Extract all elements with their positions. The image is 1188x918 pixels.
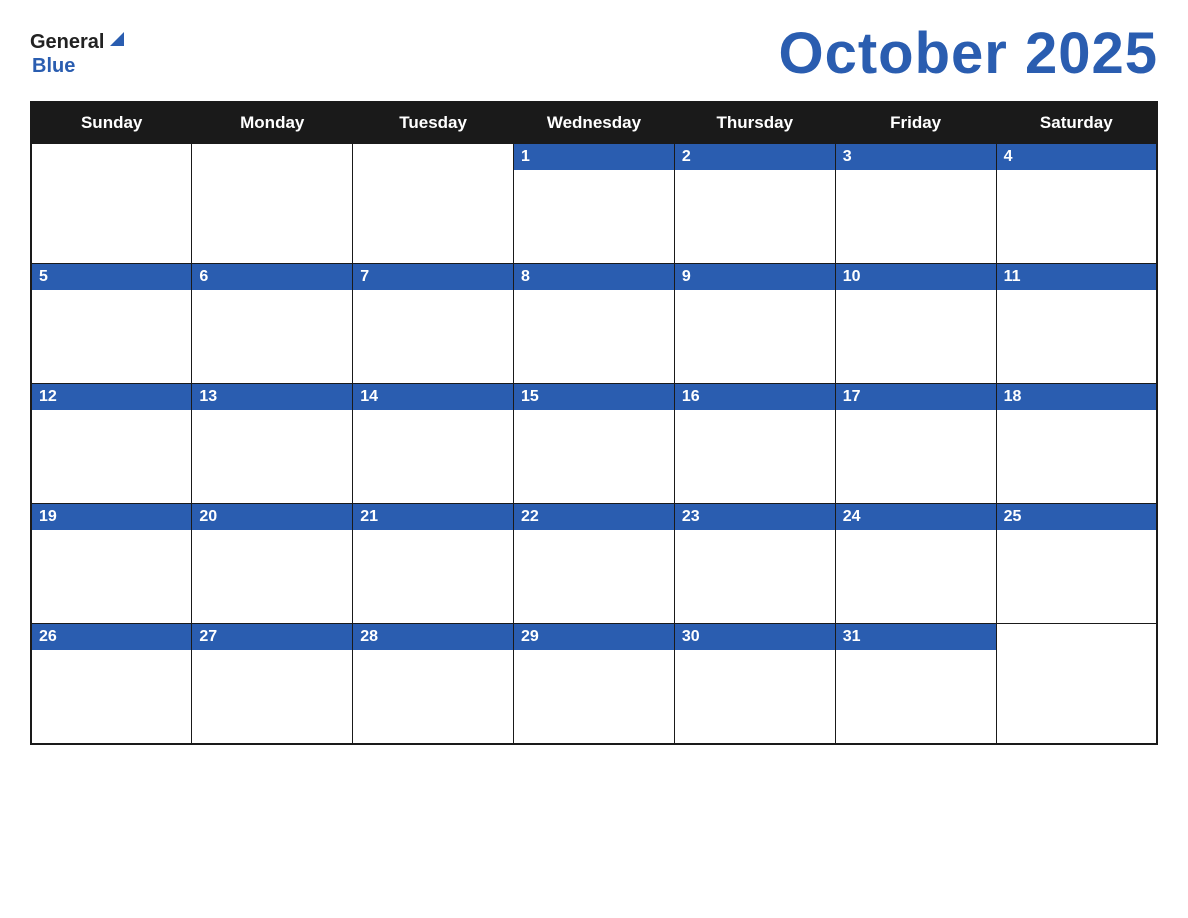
calendar-body: 1234567891011121314151617181920212223242… [31, 144, 1157, 744]
calendar-cell [31, 144, 192, 264]
calendar-cell: 27 [192, 624, 353, 744]
calendar-cell: 19 [31, 504, 192, 624]
calendar-cell: 3 [835, 144, 996, 264]
logo-general-text: General [30, 31, 104, 54]
calendar-cell [192, 144, 353, 264]
calendar-cell: 8 [514, 264, 675, 384]
day-number: 31 [836, 624, 996, 650]
calendar-cell: 14 [353, 384, 514, 504]
day-number: 27 [192, 624, 352, 650]
day-number: 15 [514, 384, 674, 410]
calendar-cell: 12 [31, 384, 192, 504]
calendar-week-5: 262728293031 [31, 624, 1157, 744]
col-friday: Friday [835, 102, 996, 144]
logo: General Blue [30, 30, 126, 78]
calendar-header-row: Sunday Monday Tuesday Wednesday Thursday… [31, 102, 1157, 144]
calendar-cell: 28 [353, 624, 514, 744]
calendar-cell: 11 [996, 264, 1157, 384]
calendar-cell: 16 [674, 384, 835, 504]
header: General Blue October 2025 [30, 20, 1158, 87]
day-number: 3 [836, 144, 996, 170]
calendar-table: Sunday Monday Tuesday Wednesday Thursday… [30, 101, 1158, 745]
day-number: 10 [836, 264, 996, 290]
calendar-cell: 25 [996, 504, 1157, 624]
day-number: 17 [836, 384, 996, 410]
day-number: 20 [192, 504, 352, 530]
calendar-cell: 4 [996, 144, 1157, 264]
day-number: 26 [32, 624, 191, 650]
day-number: 7 [353, 264, 513, 290]
calendar-week-4: 19202122232425 [31, 504, 1157, 624]
day-number: 29 [514, 624, 674, 650]
day-number: 24 [836, 504, 996, 530]
day-number: 19 [32, 504, 191, 530]
calendar-cell: 15 [514, 384, 675, 504]
day-number: 6 [192, 264, 352, 290]
col-tuesday: Tuesday [353, 102, 514, 144]
calendar-cell [996, 624, 1157, 744]
page: General Blue October 2025 Sunday Monday … [0, 0, 1188, 918]
calendar-cell: 31 [835, 624, 996, 744]
calendar-cell: 21 [353, 504, 514, 624]
calendar-cell [353, 144, 514, 264]
day-number: 5 [32, 264, 191, 290]
col-sunday: Sunday [31, 102, 192, 144]
calendar-cell: 6 [192, 264, 353, 384]
day-number: 25 [997, 504, 1156, 530]
col-saturday: Saturday [996, 102, 1157, 144]
calendar-cell: 17 [835, 384, 996, 504]
calendar-cell: 7 [353, 264, 514, 384]
day-number: 8 [514, 264, 674, 290]
calendar-cell: 26 [31, 624, 192, 744]
calendar-cell: 13 [192, 384, 353, 504]
calendar-cell: 9 [674, 264, 835, 384]
calendar-week-2: 567891011 [31, 264, 1157, 384]
day-number: 28 [353, 624, 513, 650]
calendar-week-1: 1234 [31, 144, 1157, 264]
day-number: 4 [997, 144, 1156, 170]
logo-blue-text: Blue [32, 55, 75, 78]
col-wednesday: Wednesday [514, 102, 675, 144]
day-number: 12 [32, 384, 191, 410]
col-thursday: Thursday [674, 102, 835, 144]
calendar-cell: 10 [835, 264, 996, 384]
day-number: 23 [675, 504, 835, 530]
calendar-cell: 2 [674, 144, 835, 264]
calendar-cell: 18 [996, 384, 1157, 504]
day-number: 9 [675, 264, 835, 290]
calendar-cell: 22 [514, 504, 675, 624]
month-title: October 2025 [778, 20, 1158, 87]
day-number: 11 [997, 264, 1156, 290]
day-number: 21 [353, 504, 513, 530]
calendar-cell: 20 [192, 504, 353, 624]
logo-triangle-icon [108, 30, 126, 53]
day-number: 1 [514, 144, 674, 170]
calendar-cell: 1 [514, 144, 675, 264]
col-monday: Monday [192, 102, 353, 144]
day-number: 18 [997, 384, 1156, 410]
day-number: 2 [675, 144, 835, 170]
calendar-cell: 24 [835, 504, 996, 624]
day-number: 22 [514, 504, 674, 530]
day-number: 30 [675, 624, 835, 650]
day-number: 13 [192, 384, 352, 410]
calendar-cell: 5 [31, 264, 192, 384]
calendar-cell: 29 [514, 624, 675, 744]
day-number: 14 [353, 384, 513, 410]
day-number: 16 [675, 384, 835, 410]
calendar-week-3: 12131415161718 [31, 384, 1157, 504]
calendar-cell: 23 [674, 504, 835, 624]
calendar-cell: 30 [674, 624, 835, 744]
